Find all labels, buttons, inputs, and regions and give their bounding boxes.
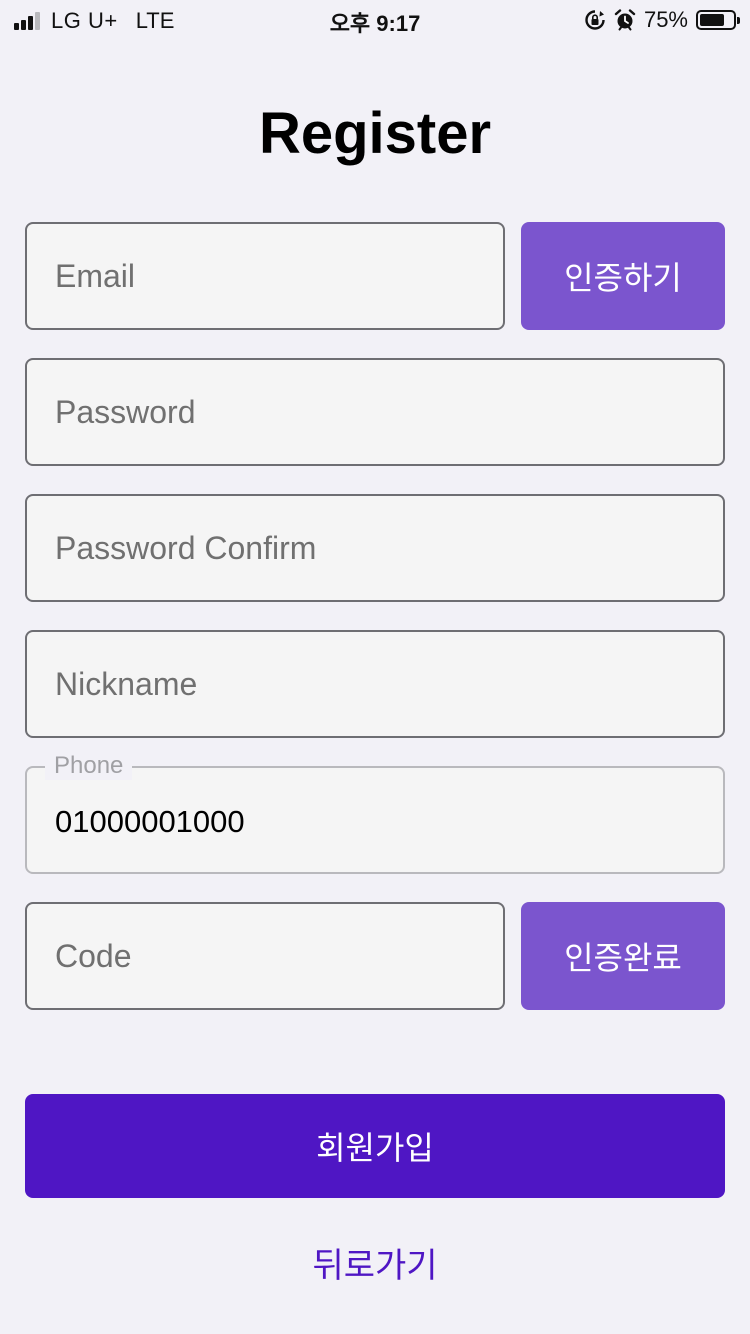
password-confirm-placeholder: Password Confirm xyxy=(55,529,317,566)
page-title: Register xyxy=(258,101,492,166)
status-bar: LG U+ LTE 오후 9:17 75% xyxy=(0,0,750,40)
phone-value: 01000001000 xyxy=(55,804,245,839)
password-field[interactable]: Password xyxy=(25,358,725,466)
code-placeholder: Code xyxy=(55,937,132,974)
verify-email-button[interactable]: 인증하기 xyxy=(521,222,725,330)
code-field[interactable]: Code xyxy=(25,902,505,1010)
phone-field[interactable]: Phone 01000001000 xyxy=(25,752,725,874)
email-field[interactable]: Email xyxy=(25,222,505,330)
back-link[interactable]: 뒤로가기 xyxy=(0,1238,750,1287)
rotation-lock-icon xyxy=(585,10,605,30)
password-confirm-field[interactable]: Password Confirm xyxy=(25,494,725,602)
confirm-code-button[interactable]: 인증완료 xyxy=(521,902,725,1010)
battery-percent: 75% xyxy=(643,7,688,32)
nickname-placeholder: Nickname xyxy=(55,665,198,702)
alarm-icon xyxy=(614,9,636,31)
password-placeholder: Password xyxy=(55,393,196,430)
email-placeholder: Email xyxy=(55,257,136,294)
status-right: 75% xyxy=(584,7,740,33)
register-screen: LG U+ LTE 오후 9:17 75% Register Email 인증하… xyxy=(0,0,750,1334)
signup-button[interactable]: 회원가입 xyxy=(25,1094,725,1198)
nickname-field[interactable]: Nickname xyxy=(25,630,725,738)
battery-icon xyxy=(696,10,740,30)
battery-level-fill xyxy=(700,14,724,26)
